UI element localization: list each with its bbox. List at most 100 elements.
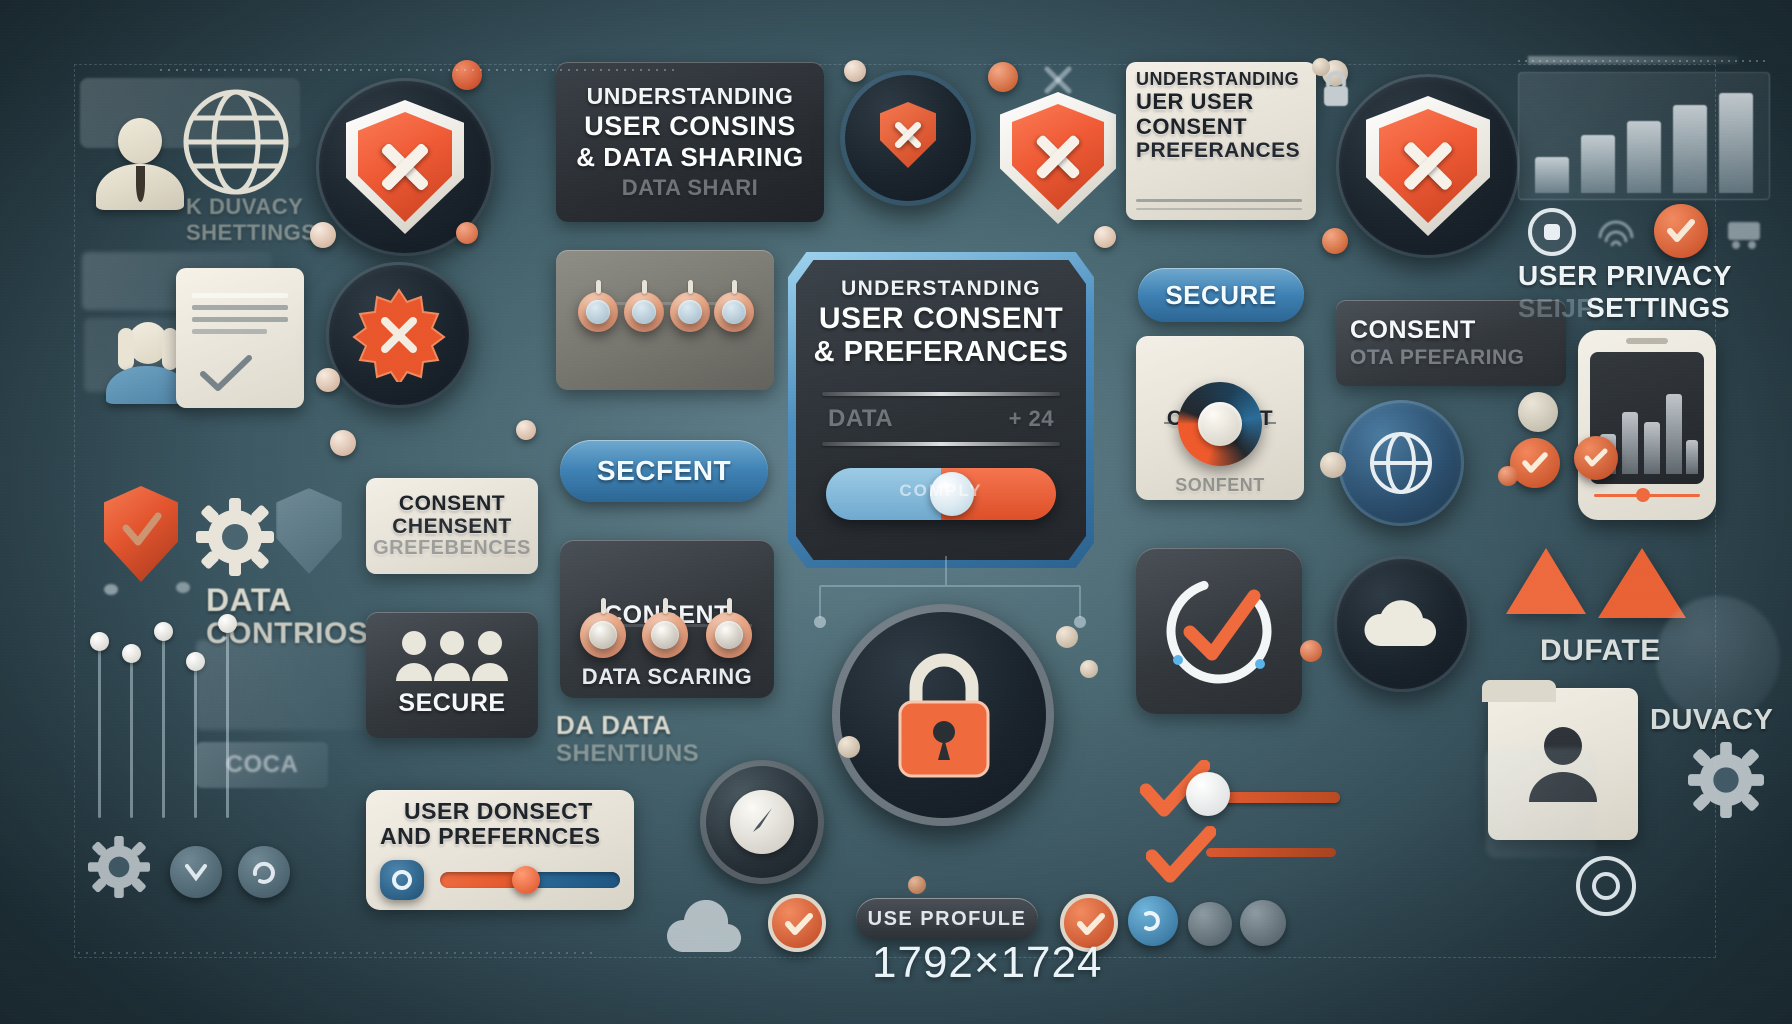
round-button-refresh[interactable] — [238, 846, 290, 898]
consent-slider-thumb[interactable] — [512, 866, 540, 894]
consent-prefs-line3: GREFEBENCES — [373, 537, 531, 560]
gear-icon — [196, 498, 274, 576]
sharing-knob-3[interactable] — [715, 621, 743, 649]
bead-f — [516, 420, 536, 440]
four-knob-panel[interactable] — [556, 250, 774, 390]
big-knob[interactable] — [1178, 382, 1262, 466]
data-shentiuns-label: DA DATA SHENTIUNS — [556, 712, 746, 766]
center-toggle-label: COMPLY — [899, 481, 983, 500]
privacy-settings-label: K DUVACY SHETTINGS — [186, 194, 322, 246]
gear-icon-bottom — [88, 836, 150, 898]
privacy-settings-line1: K DUVACY — [186, 194, 304, 219]
fingerprint-icon — [1592, 208, 1640, 256]
center-toggle[interactable]: COMPLY — [826, 468, 1056, 520]
bead-j — [1322, 228, 1348, 254]
center-line2: & PREFERANCES — [813, 336, 1069, 368]
knob-1[interactable] — [586, 300, 610, 324]
headline-line3: & DATA SHARING — [576, 142, 804, 173]
secure-label: SECURE — [1165, 279, 1277, 310]
gauge-icon[interactable] — [700, 760, 824, 884]
center-separator-top — [822, 392, 1060, 396]
user-consent-line2: AND PREFERNCES — [380, 823, 601, 850]
padlock-icon[interactable] — [832, 604, 1054, 826]
bead-r — [1080, 660, 1098, 678]
use-profile-badge[interactable]: USE PROFULE — [856, 898, 1038, 940]
headline-line2: USER CONSINS — [584, 111, 796, 142]
bar-chart-widget — [1518, 72, 1770, 200]
ups-line2-ghost: SEIJF — [1518, 293, 1593, 323]
knob-2[interactable] — [632, 300, 656, 324]
user-privacy-settings-label: USER PRIVACY SETTINGS SEIJF — [1518, 261, 1768, 323]
bead-i — [1094, 226, 1116, 248]
privacy-settings-line2: SHETTINGS — [186, 220, 317, 246]
checkmark-slider-track-2[interactable] — [1206, 848, 1336, 857]
knob-4[interactable] — [722, 300, 746, 324]
target-icon[interactable] — [1576, 856, 1636, 916]
secfent-label: SECFENT — [596, 454, 732, 486]
dashed-connector-left — [160, 69, 680, 71]
bead-e — [456, 222, 478, 244]
secure-people-card: SECURE — [366, 612, 538, 738]
user-avatar-icon — [92, 118, 188, 210]
dashed-connector-bottom — [78, 952, 598, 954]
sharing-knob-2[interactable] — [651, 621, 679, 649]
knob-3[interactable] — [678, 300, 702, 324]
user-consent-bottom-card[interactable]: USER DONSECT AND PREFERNCES — [366, 790, 634, 910]
headline-line4: DATA SHARI — [621, 174, 759, 200]
document-icon — [176, 268, 304, 408]
secfent-button[interactable]: SECFENT — [560, 440, 768, 502]
bead-c — [330, 430, 356, 456]
round-badge-grey-2[interactable] — [1240, 900, 1286, 946]
ghost-dial-right — [1656, 596, 1780, 720]
round-badge-grey-1[interactable] — [1188, 902, 1232, 946]
ring-check-card[interactable] — [1136, 548, 1302, 714]
gear-icon-right — [1688, 742, 1764, 818]
round-badge-check-1[interactable] — [768, 894, 826, 952]
consent-slider[interactable] — [440, 866, 620, 894]
round-button-down[interactable] — [170, 846, 222, 898]
consent-preferences-card: CONSENT CHENSENT GREFEBENCES — [366, 478, 538, 574]
dufate-text: DUFATE — [1540, 634, 1661, 667]
checkmark-slider-thumb[interactable] — [1186, 772, 1230, 816]
secure-button[interactable]: SECURE — [1138, 268, 1304, 322]
burst-badge-icon[interactable] — [326, 262, 472, 408]
collage-canvas: K DUVACY SHETTINGS DATA CONTRIOS COCA UN… — [0, 0, 1792, 1024]
sharing-knob-1[interactable] — [589, 621, 617, 649]
ghost-x-icon — [1040, 62, 1076, 98]
consent-toggle-round[interactable] — [380, 860, 424, 900]
uc-line3: CONSENT — [1136, 113, 1248, 139]
check-badge-icon[interactable] — [1654, 204, 1708, 258]
cloud-disc-icon[interactable] — [1334, 556, 1470, 692]
uc-line2: UER USER — [1136, 89, 1254, 115]
dashed-connector-right — [1518, 60, 1768, 62]
round-icon-check-c[interactable] — [1574, 436, 1618, 480]
globe-disc-icon[interactable] — [1338, 400, 1464, 526]
bead-a — [310, 222, 336, 248]
bead-q — [1498, 466, 1518, 486]
consent-prefs-line1: CONSENT — [398, 492, 506, 516]
resolution-watermark: 1792×1724 — [872, 938, 1103, 987]
user-consent-line1: USER DONSECT — [404, 798, 593, 824]
round-icon-a[interactable] — [1518, 392, 1558, 432]
round-badge-blue[interactable] — [1128, 896, 1178, 946]
data-shentiuns-line1: DA DATA — [556, 710, 672, 740]
consent-knob-subtitle: SONFENT — [1175, 474, 1265, 495]
uc-line4: PREFERANCES — [1136, 139, 1301, 163]
ups-line2: SETTINGS — [1586, 291, 1731, 323]
cloud-icon — [1364, 600, 1437, 647]
padlock-icon-small — [1318, 68, 1354, 112]
center-kicker: UNDERSTANDING — [841, 277, 1041, 300]
bead-b — [316, 368, 340, 392]
record-icon[interactable] — [1528, 208, 1576, 256]
bead-n — [1056, 626, 1078, 648]
round-icon-check-b[interactable] — [1510, 438, 1560, 488]
center-data-field: DATA + 24 — [822, 402, 1060, 436]
center-separator-bottom — [822, 442, 1060, 446]
consent-knob-card[interactable]: CONSENT SONFENT — [1136, 336, 1304, 500]
consent-data-sharing-card[interactable]: CONSENT DATA SCARING — [560, 540, 774, 698]
consent-prefs-line2: CHENSENT — [392, 514, 512, 538]
smartphone-icon[interactable] — [1578, 330, 1716, 520]
bead-o — [1300, 640, 1322, 662]
bead-g — [844, 60, 866, 82]
triangle-icon-2 — [1598, 548, 1686, 618]
